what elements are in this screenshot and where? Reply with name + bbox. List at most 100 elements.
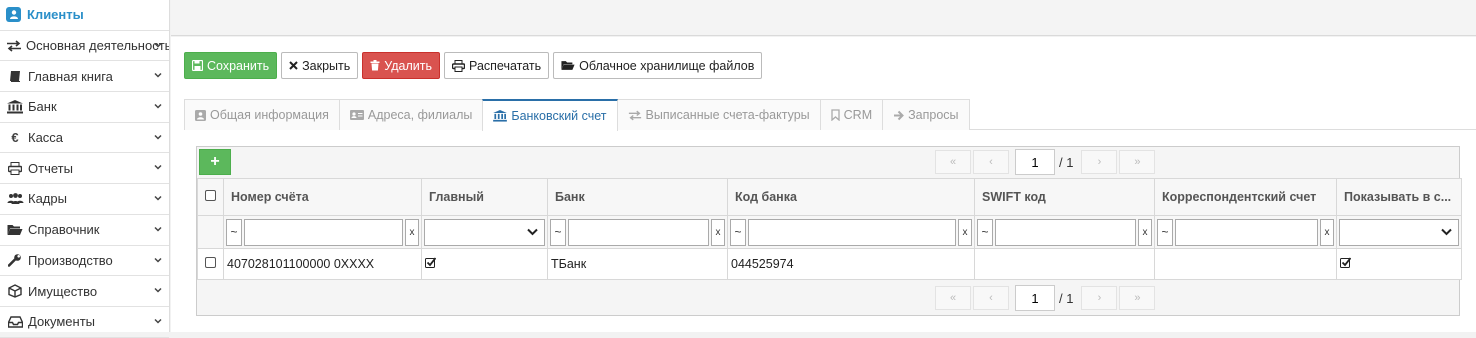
pager-top: « ‹ / 1 › » (935, 149, 1157, 175)
next-page-button[interactable]: › (1081, 286, 1118, 310)
last-page-button[interactable]: » (1119, 286, 1156, 310)
column-header[interactable]: Банк (547, 178, 728, 216)
sidebar-item-label: Банк (28, 99, 57, 115)
tab-requests[interactable]: Запросы (882, 99, 970, 130)
checked-box-icon (425, 257, 436, 268)
column-header[interactable]: Корреспондентский счет (1154, 178, 1337, 216)
close-button[interactable]: Закрыть (281, 52, 359, 79)
filter-corr-input[interactable] (1175, 218, 1318, 246)
last-page-button[interactable]: » (1119, 150, 1156, 174)
tab-general-info[interactable]: Общая информация (184, 99, 340, 130)
filter-operator[interactable]: ~ (977, 218, 993, 246)
bank-accounts-grid: + « ‹ / 1 › » Номер счёта Главный Банк К… (196, 146, 1462, 316)
sidebar-item-label: Клиенты (27, 7, 84, 23)
column-header[interactable]: Главный (421, 178, 548, 216)
chevron-down-icon (527, 228, 538, 236)
chevron-down-icon (154, 165, 162, 170)
chevron-down-icon (154, 104, 162, 109)
book-icon (6, 68, 24, 84)
next-page-button[interactable]: › (1081, 150, 1118, 174)
id-card-icon (195, 109, 206, 121)
print-label: Распечатать (469, 58, 542, 73)
tab-label: Выписанные счета-фактуры (645, 108, 810, 122)
sidebar-item-staff[interactable]: Кадры (0, 184, 169, 215)
delete-button[interactable]: Удалить (362, 52, 441, 79)
sidebar-item-property[interactable]: Имущество (0, 276, 169, 307)
column-header[interactable]: SWIFT код (974, 178, 1155, 216)
prev-page-button[interactable]: ‹ (973, 150, 1009, 174)
page-number-input[interactable] (1015, 285, 1055, 311)
exchange-icon (628, 110, 642, 121)
tab-label: Запросы (908, 108, 959, 122)
row-checkbox[interactable] (205, 257, 216, 268)
column-header[interactable]: Номер счёта (223, 178, 422, 216)
print-button[interactable]: Распечатать (444, 52, 550, 79)
filter-row: ~ x ~ x ~ x ~ x ~ x (197, 215, 1462, 249)
filter-bank-code-input[interactable] (748, 218, 956, 246)
table-row[interactable]: 407028101100000 0XXXX ТБанк 044525974 (197, 248, 1462, 280)
filter-operator[interactable]: ~ (226, 218, 242, 246)
plus-icon: + (210, 153, 220, 170)
bookmark-icon (830, 109, 840, 121)
filter-clear-button[interactable]: x (1138, 218, 1152, 246)
filter-account-input[interactable] (244, 218, 403, 246)
prev-page-button[interactable]: ‹ (973, 286, 1009, 310)
save-label: Сохранить (207, 58, 270, 73)
sidebar-item-cash[interactable]: € Касса (0, 123, 169, 154)
tab-bar: Общая информация Адреса, филиалы Банковс… (184, 99, 970, 131)
bank-icon (6, 99, 24, 115)
sidebar-item-clients[interactable]: Клиенты (0, 0, 169, 31)
filter-bank-input[interactable] (568, 218, 709, 246)
tab-bank-account[interactable]: Банковский счет (482, 99, 618, 131)
select-all-checkbox[interactable] (205, 190, 216, 201)
sidebar-item-label: Отчеты (28, 160, 73, 176)
checked-box-icon (1340, 257, 1351, 268)
tab-addresses[interactable]: Адреса, филиалы (338, 99, 484, 130)
chevron-down-icon (154, 134, 162, 140)
print-icon (452, 59, 466, 72)
first-page-button[interactable]: « (935, 286, 971, 310)
sidebar-item-label: Касса (28, 130, 64, 146)
main-content: Сохранить Закрыть Удалить Распечатать Об… (171, 37, 1476, 332)
add-row-button[interactable]: + (199, 149, 231, 175)
sidebar-item-production[interactable]: Производство (0, 246, 169, 277)
cube-icon (6, 283, 24, 299)
filter-show-select[interactable] (1339, 218, 1459, 246)
cell-main (421, 248, 548, 280)
filter-swift-input[interactable] (995, 218, 1136, 246)
tab-invoices[interactable]: Выписанные счета-фактуры (616, 99, 821, 130)
sidebar-item-label: Главная книга (28, 68, 113, 84)
cell-swift (974, 248, 1155, 280)
sidebar-item-directory[interactable]: Справочник (0, 215, 169, 246)
column-header[interactable]: Показывать в с... (1336, 178, 1462, 216)
filter-clear-button[interactable]: x (1320, 218, 1334, 246)
save-button[interactable]: Сохранить (184, 52, 278, 79)
filter-empty-cell (197, 215, 224, 249)
chevron-down-icon (154, 288, 162, 293)
chevron-down-icon (154, 257, 162, 263)
filter-clear-button[interactable]: x (958, 218, 972, 246)
filter-operator[interactable]: ~ (550, 218, 566, 246)
filter-main-select[interactable] (424, 218, 545, 246)
page-number-input[interactable] (1015, 149, 1055, 175)
tab-crm[interactable]: CRM (819, 99, 884, 130)
filter-operator[interactable]: ~ (730, 218, 746, 246)
sidebar-item-label: Кадры (28, 191, 67, 207)
cell-account: 407028101100000 0XXXX (223, 248, 422, 280)
folder-open-icon (561, 60, 575, 71)
column-header[interactable]: Код банка (727, 178, 975, 216)
sidebar-item-main-activity[interactable]: Основная деятельность (0, 31, 169, 62)
filter-clear-button[interactable]: x (405, 218, 419, 246)
sidebar-item-documents[interactable]: Документы (0, 307, 169, 338)
close-label: Закрыть (302, 58, 351, 73)
cloud-storage-button[interactable]: Облачное хранилище файлов (553, 52, 763, 79)
euro-icon: € (11, 130, 19, 146)
filter-clear-button[interactable]: x (711, 218, 725, 246)
sidebar-item-ledger[interactable]: Главная книга (0, 61, 169, 93)
sidebar-item-reports[interactable]: Отчеты (0, 153, 169, 185)
sidebar-item-bank[interactable]: Банк (0, 92, 169, 123)
filter-operator[interactable]: ~ (1157, 218, 1173, 246)
first-page-button[interactable]: « (935, 150, 971, 174)
bank-icon (493, 110, 508, 122)
close-icon (289, 61, 298, 70)
